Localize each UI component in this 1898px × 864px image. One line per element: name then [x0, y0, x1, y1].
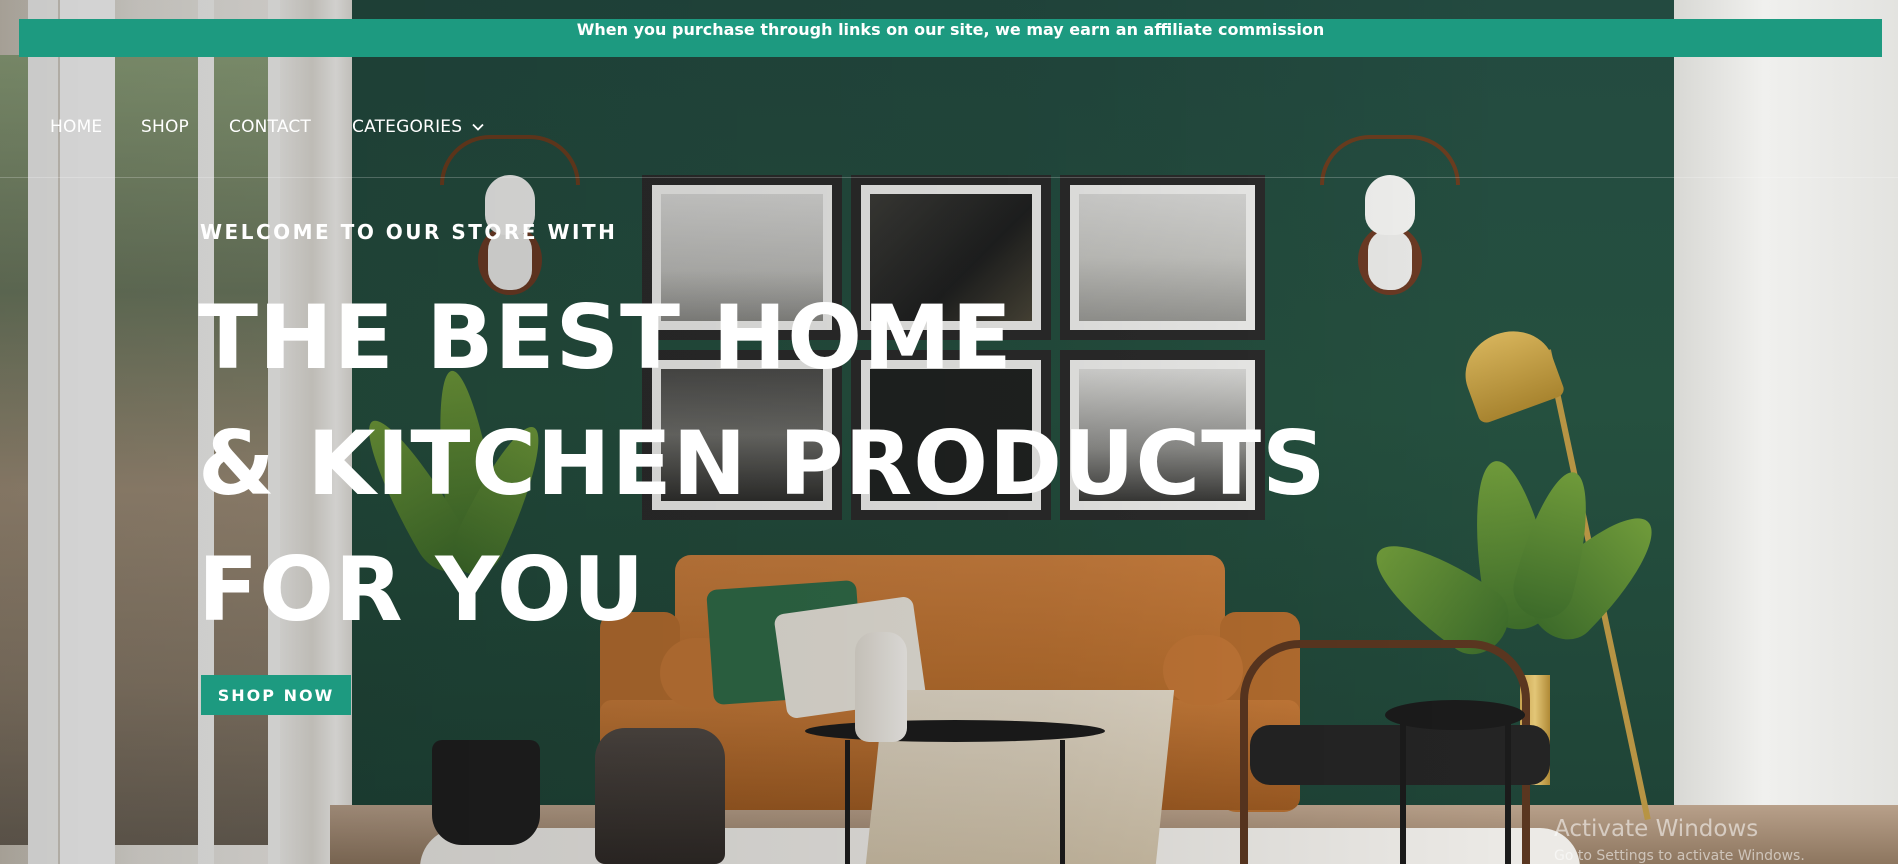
watermark-title: Activate Windows	[1554, 816, 1759, 842]
nav-item-shop[interactable]: SHOP	[141, 117, 189, 137]
hero-title-line: THE BEST HOME	[198, 286, 1013, 389]
hero-eyebrow: WELCOME TO OUR STORE WITH	[200, 220, 618, 244]
main-navigation: HOME SHOP CONTACT CATEGORIES	[0, 57, 1898, 178]
activate-windows-watermark: Activate Windows Go to Settings to activ…	[1554, 816, 1805, 864]
hero-title-line: & KITCHEN PRODUCTS	[198, 412, 1327, 515]
nav-item-home[interactable]: HOME	[50, 117, 102, 137]
nav-item-contact[interactable]: CONTACT	[229, 117, 311, 137]
affiliate-notice-text: When you purchase through links on our s…	[576, 20, 1325, 39]
nav-item-categories[interactable]: CATEGORIES	[352, 117, 484, 137]
watermark-subtitle: Go to Settings to activate Windows.	[1554, 848, 1805, 864]
chevron-down-icon	[472, 123, 484, 131]
nav-item-categories-label: CATEGORIES	[352, 117, 463, 137]
hero-title: THE BEST HOME & KITCHEN PRODUCTS FOR YOU	[198, 275, 1327, 653]
hero-title-line: FOR YOU	[198, 538, 646, 641]
shop-now-button[interactable]: SHOP NOW	[201, 675, 351, 715]
affiliate-notice-bar: When you purchase through links on our s…	[19, 19, 1882, 57]
